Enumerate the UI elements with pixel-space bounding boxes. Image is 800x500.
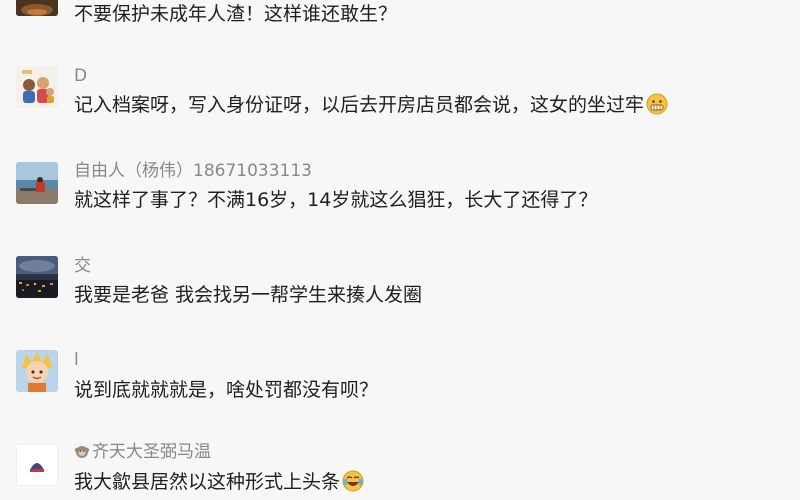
comment-text: 记入档案呀，写入身份证呀，以后去开房店员都会说，这女的坐过牢 [74, 93, 668, 117]
comment-nickname[interactable]: D [74, 66, 87, 86]
comment-nickname-text: 齐天大圣弼马温 [92, 442, 211, 462]
comment-nickname[interactable]: 齐天大圣弼马温 [74, 442, 211, 462]
seaside-photo-avatar[interactable] [16, 162, 58, 204]
city-night-avatar[interactable] [16, 256, 58, 298]
comment-nickname[interactable]: 自由人（杨伟）18671033113 [74, 161, 312, 181]
comment-list: 不要保护未成年人渣！这样谁还敢生？ D 记入档案呀，写入身份证呀，以后去开房店员… [0, 0, 800, 500]
comment-text-body: 我大歙县居然以这种形式上头条 [74, 471, 341, 493]
white-logo-avatar[interactable] [16, 444, 58, 486]
anime-character-avatar[interactable] [16, 350, 58, 392]
comment-text: 我大歙县居然以这种形式上头条 [74, 470, 364, 494]
monkey-icon [74, 443, 90, 459]
comment-text: 我要是老爸 我会找另一帮学生来揍人发圈 [74, 284, 423, 306]
dark-landscape-avatar[interactable] [16, 0, 58, 16]
comment-text-body: 记入档案呀，写入身份证呀，以后去开房店员都会说，这女的坐过牢 [74, 94, 645, 116]
comment-text: 不要保护未成年人渣！这样谁还敢生？ [74, 3, 398, 25]
laugh-cry-emoji [342, 470, 364, 492]
grimace-emoji [646, 93, 668, 115]
comment-text: 说到底就就就是，啥处罚都没有呗？ [74, 379, 379, 401]
comment-nickname[interactable]: l [74, 350, 79, 370]
comment-nickname[interactable]: 交 [74, 256, 91, 276]
comment-text: 就这样了事了？不满16岁，14岁就这么猖狂，长大了还得了？ [74, 189, 598, 211]
cartoon-family-avatar[interactable] [16, 66, 58, 108]
